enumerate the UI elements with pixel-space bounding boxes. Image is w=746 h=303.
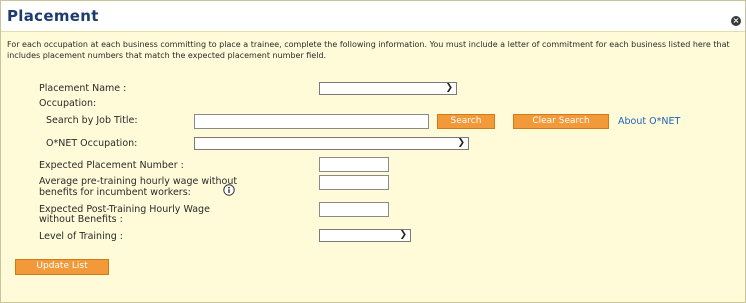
chevron-down-icon: ❯ bbox=[457, 138, 465, 148]
placement-name-value bbox=[320, 91, 323, 101]
chevron-down-icon: ❯ bbox=[445, 83, 453, 93]
clear-search-button[interactable]: Clear Search bbox=[513, 114, 609, 129]
onet-occupation-value bbox=[195, 146, 198, 156]
avg-wage-input[interactable] bbox=[319, 175, 389, 190]
info-icon[interactable] bbox=[223, 184, 235, 196]
avg-wage-label-line1: Average pre-training hourly wage without bbox=[39, 176, 238, 187]
occupation-label: Occupation: bbox=[39, 98, 97, 109]
onet-occupation-select[interactable]: ❯ bbox=[194, 137, 469, 150]
update-list-button[interactable]: Update List bbox=[15, 259, 109, 275]
dialog-title-bar: Placement × bbox=[1, 1, 745, 32]
chevron-down-icon: ❯ bbox=[399, 230, 407, 240]
close-icon[interactable]: × bbox=[731, 16, 741, 26]
search-job-title-label: Search by Job Title: bbox=[46, 115, 138, 126]
expected-placement-label: Expected Placement Number : bbox=[39, 160, 184, 171]
search-job-title-input[interactable] bbox=[194, 114, 429, 129]
avg-wage-label-line2: benefits for incumbent workers: bbox=[39, 187, 191, 198]
intro-text: For each occupation at each business com… bbox=[7, 40, 730, 60]
about-onet-link[interactable]: About O*NET bbox=[618, 116, 680, 127]
placement-name-label: Placement Name : bbox=[39, 83, 127, 94]
post-wage-label-line2: without Benefits : bbox=[39, 214, 123, 225]
onet-occupation-label: O*NET Occupation: bbox=[46, 138, 138, 149]
post-wage-input[interactable] bbox=[319, 202, 389, 217]
placement-name-select[interactable]: ❯ bbox=[319, 82, 457, 95]
expected-placement-input[interactable] bbox=[319, 157, 389, 172]
search-button[interactable]: Search bbox=[437, 114, 495, 129]
level-training-value bbox=[320, 238, 323, 248]
level-training-label: Level of Training : bbox=[39, 231, 123, 242]
level-training-select[interactable]: ❯ bbox=[319, 229, 411, 242]
placement-dialog: Placement × For each occupation at each … bbox=[0, 0, 746, 303]
dialog-title: Placement bbox=[7, 7, 99, 25]
